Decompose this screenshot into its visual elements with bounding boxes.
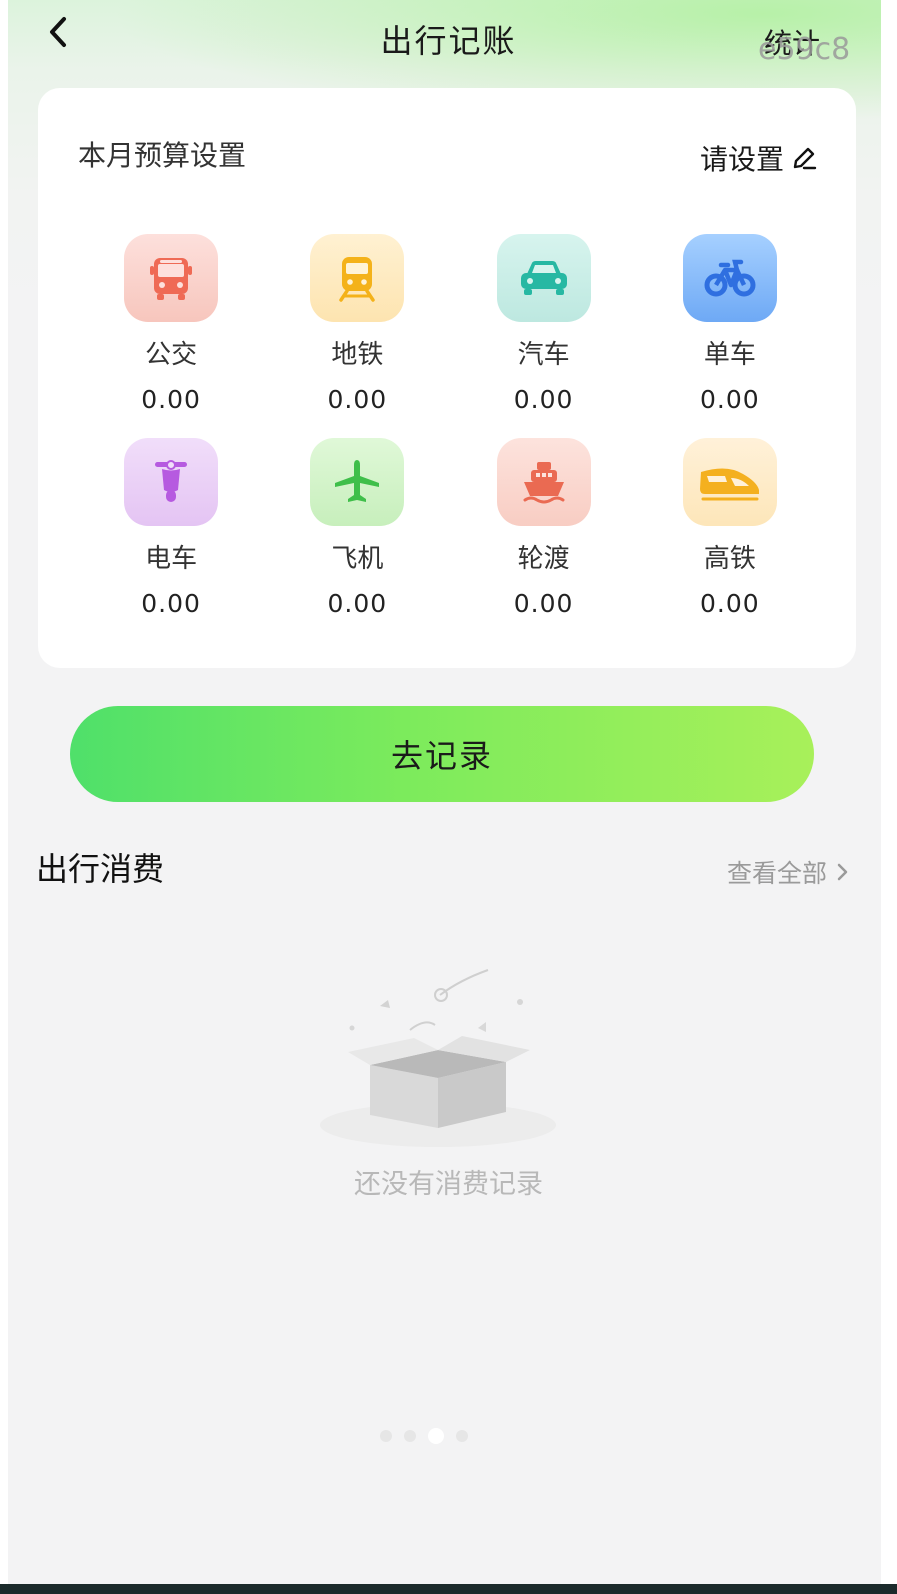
category-amount: 0.00 [141,589,201,618]
ferry-icon [523,462,565,504]
header: 出行记账 统计 e59c8 [0,0,897,80]
budget-set-button[interactable]: 请设置 [700,138,818,178]
empty-box-icon [320,969,556,1147]
bicycle-icon [704,259,756,297]
left-edge [0,0,8,1594]
ferry-icon-tile [496,438,591,526]
category-name: 飞机 [331,544,384,574]
bus-icon-tile [124,234,219,322]
category-subway[interactable]: 地铁 0.00 [264,234,450,414]
bicycle-icon-tile [682,234,777,322]
category-name: 轮渡 [517,544,570,574]
category-plane[interactable]: 飞机 0.00 [264,438,450,618]
bus-icon [150,258,193,300]
category-ferry[interactable]: 轮渡 0.00 [451,438,637,618]
category-amount: 0.00 [141,385,201,414]
page-indicator [380,1428,468,1444]
category-grid: 公交 0.00 地铁 0.00 汽车 0.00 单车 0.00 电车 0.00 … [78,234,823,618]
category-amount: 0.00 [513,385,574,414]
view-all-link[interactable]: 查看全部 [727,854,849,890]
category-amount: 0.00 [700,385,760,414]
edit-icon [793,147,817,170]
page-dot [404,1430,416,1442]
category-bus[interactable]: 公交 0.00 [78,234,264,414]
budget-set-label: 请设置 [699,143,784,176]
category-bike[interactable]: 单车 0.00 [637,234,823,414]
budget-card: 本月预算设置 请设置 公交 0.00 地铁 0.00 汽车 0.00 单车 0.… [38,88,856,668]
view-all-label: 查看全部 [726,859,827,888]
category-amount: 0.00 [513,589,574,618]
budget-title: 本月预算设置 [78,139,247,172]
category-amount: 0.00 [700,589,760,618]
category-name: 高铁 [703,544,756,574]
app-screen: 出行记账 统计 e59c8 本月预算设置 请设置 公交 0.00 地铁 0.00… [0,0,897,1594]
airplane-icon [335,460,380,502]
car-icon-tile [496,234,591,322]
subway-icon-tile [310,234,405,322]
page-dot-active [428,1428,444,1444]
chevron-right-icon [837,863,848,881]
subway-icon [339,257,376,302]
category-ebike[interactable]: 电车 0.00 [78,438,264,618]
category-name: 汽车 [517,340,570,370]
scooter-icon-tile [124,438,219,526]
car-icon [520,261,567,295]
category-amount: 0.00 [327,385,388,414]
category-amount: 0.00 [327,589,388,618]
category-name: 地铁 [331,340,384,370]
empty-state-text: 还没有消费记录 [354,1169,543,1200]
category-name: 公交 [145,340,198,370]
category-car[interactable]: 汽车 0.00 [451,234,637,414]
right-edge [881,0,897,1594]
record-button[interactable]: 去记录 [70,706,814,802]
scooter-icon [155,460,188,502]
category-name: 单车 [703,340,756,370]
watermark: e59c8 [758,32,851,67]
airplane-icon-tile [310,438,405,526]
page-dot [456,1430,468,1442]
expenses-title: 出行消费 [36,850,165,888]
high-speed-rail-icon-tile [682,438,777,526]
high-speed-rail-icon [699,468,759,501]
category-name: 电车 [145,544,198,574]
empty-state-illustration [310,960,570,1160]
category-high-speed-rail[interactable]: 高铁 0.00 [637,438,823,618]
bottom-strip [0,1584,897,1594]
page-dot [380,1430,392,1442]
